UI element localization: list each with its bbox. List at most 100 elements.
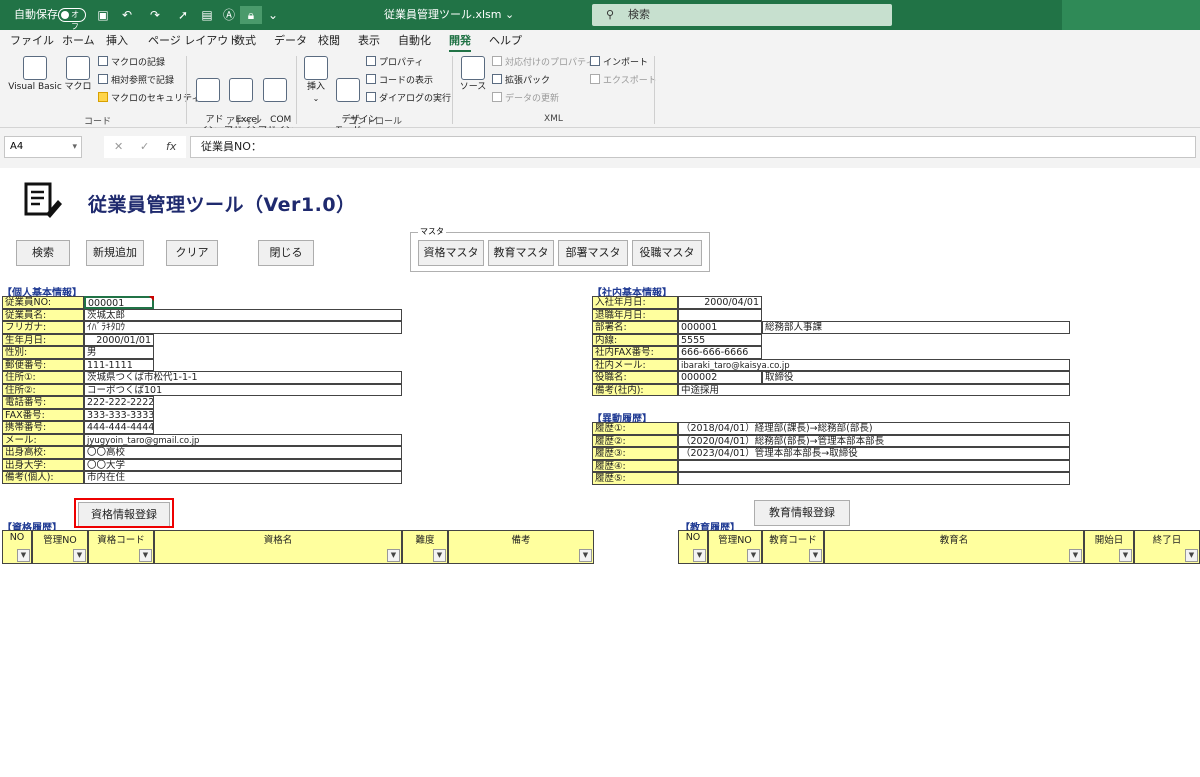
filter-dropdown-icon[interactable]: ▼ — [1119, 549, 1132, 562]
file-name[interactable]: 従業員管理ツール.xlsm ⌄ — [384, 0, 514, 30]
import-button[interactable]: インポート — [590, 56, 648, 70]
fax-field[interactable]: 333-333-3333 — [84, 408, 154, 421]
qualification-master-button[interactable]: 資格マスタ — [418, 240, 484, 266]
enter-icon[interactable]: ✓ — [140, 136, 149, 158]
tab-review[interactable]: 校閲 — [318, 33, 340, 52]
add-new-button[interactable]: 新規追加 — [86, 240, 144, 266]
filter-dropdown-icon[interactable]: ▼ — [139, 549, 152, 562]
mobile-field[interactable]: 444-444-4444 — [84, 421, 154, 434]
university-field[interactable]: 〇〇大学 — [84, 458, 402, 471]
save-icon[interactable]: ▣ — [94, 6, 112, 24]
tab-home[interactable]: ホーム — [62, 33, 95, 52]
close-button[interactable]: 閉じる — [258, 240, 314, 266]
register-education-button[interactable]: 教育情報登録 — [754, 500, 850, 526]
search-button[interactable]: 検索 — [16, 240, 70, 266]
tab-formulas[interactable]: 数式 — [234, 33, 256, 52]
address2-field[interactable]: コーポつくば101 — [84, 383, 402, 396]
department-name-field[interactable]: 総務部人事課 — [762, 321, 1070, 334]
retire-date-field[interactable] — [678, 308, 762, 321]
expansion-pack-button[interactable]: 拡張パック — [492, 74, 550, 88]
name-box[interactable]: A4 — [4, 136, 82, 158]
filter-dropdown-icon[interactable]: ▼ — [579, 549, 592, 562]
email-field[interactable]: jyugyoin_taro@gmail.co.jp — [84, 433, 402, 446]
column-header[interactable]: 教育名 ▼ — [824, 530, 1084, 564]
furigana-field[interactable]: ｲﾊﾞﾗｷﾀﾛｳ — [84, 321, 402, 334]
column-header[interactable]: 教育コード ▼ — [762, 530, 824, 564]
position-master-button[interactable]: 役職マスタ — [632, 240, 702, 266]
transfer-history-field[interactable]: （2023/04/01）管理本部本部長→取締役 — [678, 447, 1070, 460]
column-header[interactable]: 終了日 ▼ — [1134, 530, 1200, 564]
tab-help[interactable]: ヘルプ — [489, 33, 522, 52]
tab-file[interactable]: ファイル — [10, 33, 54, 52]
tab-automate[interactable]: 自動化 — [398, 33, 431, 52]
column-header[interactable]: 開始日 ▼ — [1084, 530, 1134, 564]
macro-button[interactable]: マクロ — [64, 56, 92, 93]
transfer-history-field[interactable]: （2020/04/01）総務部(部長)→管理本部本部長 — [678, 434, 1070, 447]
filter-dropdown-icon[interactable]: ▼ — [1069, 549, 1082, 562]
hire-date-field[interactable]: 2000/04/01 — [678, 296, 762, 309]
filter-dropdown-icon[interactable]: ▼ — [73, 549, 86, 562]
tab-page-layout[interactable]: ページ レイアウト — [148, 33, 239, 52]
position-code-field[interactable]: 000002 — [678, 371, 762, 384]
column-header[interactable]: 難度 ▼ — [402, 530, 448, 564]
filter-dropdown-icon[interactable]: ▼ — [433, 549, 446, 562]
employee-name-field[interactable]: 茨城太郎 — [84, 308, 402, 321]
filter-dropdown-icon[interactable]: ▼ — [693, 549, 706, 562]
extension-field[interactable]: 5555 — [678, 333, 762, 346]
column-header[interactable]: 資格名 ▼ — [154, 530, 402, 564]
refresh-data-button[interactable]: データの更新 — [492, 92, 559, 106]
column-header[interactable]: NO ▼ — [678, 530, 708, 564]
personal-notes-field[interactable]: 市内在住 — [84, 471, 402, 484]
company-fax-field[interactable]: 666-666-6666 — [678, 346, 762, 359]
position-name-field[interactable]: 取締役 — [762, 371, 1070, 384]
department-code-field[interactable]: 000001 — [678, 321, 762, 334]
filter-dropdown-icon[interactable]: ▼ — [1185, 549, 1198, 562]
undo-icon[interactable]: ↶ — [118, 6, 136, 24]
transfer-history-field[interactable]: （2018/04/01）経理部(課長)→総務部(部長) — [678, 422, 1070, 435]
visual-basic-button[interactable]: Visual Basic — [8, 56, 62, 93]
formula-input[interactable]: 従業員NO： — [190, 136, 1196, 158]
text-box-icon[interactable]: Ⓐ — [220, 6, 238, 24]
filter-dropdown-icon[interactable]: ▼ — [17, 549, 30, 562]
phone-field[interactable]: 222-222-2222 — [84, 396, 154, 409]
tab-data[interactable]: データ — [274, 33, 307, 52]
lock-icon[interactable]: 🔒︎ — [240, 6, 262, 24]
search-input[interactable]: ⚲ 検索 — [592, 4, 892, 26]
company-notes-field[interactable]: 中途採用 — [678, 383, 1070, 396]
column-header[interactable]: 資格コード ▼ — [88, 530, 154, 564]
education-master-button[interactable]: 教育マスタ — [488, 240, 554, 266]
clear-button[interactable]: クリア — [166, 240, 218, 266]
source-button[interactable]: ソース — [458, 56, 488, 93]
insert-control-button[interactable]: 挿入 ⌄ — [302, 56, 330, 104]
tab-view[interactable]: 表示 — [358, 33, 380, 52]
pointer-icon[interactable]: ➚ — [174, 6, 192, 24]
column-header[interactable]: 管理NO ▼ — [32, 530, 88, 564]
gender-field[interactable]: 男 — [84, 346, 154, 359]
tab-insert[interactable]: 挿入 — [106, 33, 128, 52]
customize-icon[interactable]: ⌄ — [264, 6, 282, 24]
redo-icon[interactable]: ↷ — [146, 6, 164, 24]
filter-dropdown-icon[interactable]: ▼ — [747, 549, 760, 562]
high-school-field[interactable]: 〇〇高校 — [84, 446, 402, 459]
document-icon[interactable]: ▤ — [198, 6, 216, 24]
transfer-history-field[interactable] — [678, 472, 1070, 485]
properties-button[interactable]: プロパティ — [366, 56, 423, 70]
birthdate-field[interactable]: 2000/01/01 — [84, 333, 154, 346]
record-macro-button[interactable]: マクロの記録 — [98, 56, 165, 70]
column-header[interactable]: 備考 ▼ — [448, 530, 594, 564]
cancel-icon[interactable]: ✕ — [114, 136, 123, 158]
tab-developer[interactable]: 開発 — [449, 33, 471, 52]
view-code-button[interactable]: コードの表示 — [366, 74, 433, 88]
fx-icon[interactable]: fx — [166, 136, 176, 158]
filter-dropdown-icon[interactable]: ▼ — [387, 549, 400, 562]
postal-code-field[interactable]: 111-1111 — [84, 358, 154, 371]
address1-field[interactable]: 茨城県つくば市松代1-1-1 — [84, 371, 402, 384]
run-dialog-button[interactable]: ダイアログの実行 — [366, 92, 451, 106]
export-button[interactable]: エクスポート — [590, 74, 657, 88]
company-email-field[interactable]: ibaraki_taro@kaisya.co.jp — [678, 358, 1070, 371]
filter-dropdown-icon[interactable]: ▼ — [809, 549, 822, 562]
transfer-history-field[interactable] — [678, 459, 1070, 472]
map-properties-button[interactable]: 対応付けのプロパティ — [492, 56, 594, 70]
column-header[interactable]: NO ▼ — [2, 530, 32, 564]
relative-ref-button[interactable]: 相対参照で記録 — [98, 74, 174, 88]
